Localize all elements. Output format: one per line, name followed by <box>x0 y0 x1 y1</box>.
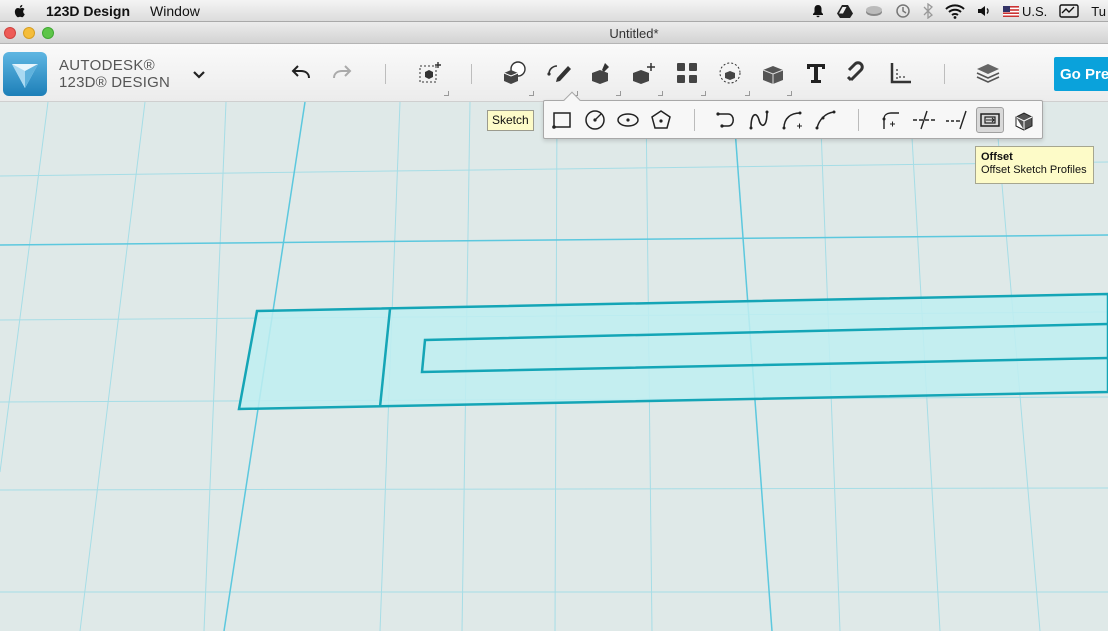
document-title: Untitled* <box>609 26 659 41</box>
activity-monitor-icon[interactable] <box>1059 4 1079 18</box>
grouping-tool-button[interactable] <box>716 58 750 96</box>
us-flag-icon <box>1003 5 1019 17</box>
redo-icon <box>333 65 352 79</box>
undo-button[interactable] <box>286 58 316 88</box>
primitives-icon <box>503 61 526 84</box>
two-point-arc-button[interactable] <box>779 107 807 133</box>
offset-button[interactable] <box>976 107 1004 133</box>
three-point-arc-icon <box>815 110 836 130</box>
sketch-icon <box>547 65 571 82</box>
snap-magnet-icon <box>846 61 864 82</box>
sketch-circle-icon <box>585 110 605 130</box>
time-machine-icon[interactable] <box>895 3 911 19</box>
input-source[interactable]: U.S. <box>1003 4 1047 19</box>
go-premium-button[interactable]: Go Pre <box>1054 57 1108 91</box>
undo-icon <box>291 65 310 79</box>
project-icon <box>1015 112 1033 131</box>
grouping-icon <box>719 62 741 84</box>
snap-tool-button[interactable] <box>843 58 873 88</box>
window-title-bar: Untitled* <box>0 22 1108 44</box>
transform-icon <box>419 62 441 83</box>
redo-button[interactable] <box>327 58 357 88</box>
two-point-arc-icon <box>782 111 802 130</box>
bluetooth-icon[interactable] <box>923 3 933 19</box>
primitives-tool-button[interactable] <box>500 58 534 96</box>
mac-menu-bar: 123D Design Window U.S. Tu <box>0 0 1108 22</box>
volume-icon[interactable] <box>977 4 991 18</box>
offset-icon <box>980 113 1000 127</box>
measure-ruler-icon <box>890 63 911 84</box>
workplane-grid[interactable] <box>0 102 1108 631</box>
sketch-rectangle-button[interactable] <box>548 107 576 133</box>
sketch-circle-button[interactable] <box>581 107 609 133</box>
polyline-button[interactable] <box>713 107 741 133</box>
materials-tool-button[interactable] <box>973 58 1003 88</box>
sketch-fillet-icon <box>882 112 899 129</box>
offset-tooltip-title: Offset <box>981 151 1013 163</box>
extend-icon <box>946 110 967 130</box>
modify-icon <box>633 63 655 84</box>
app-menu-chevron-icon[interactable] <box>191 68 207 80</box>
offset-tooltip-description: Offset Sketch Profiles <box>981 164 1087 176</box>
toolbar-separator <box>385 64 386 84</box>
toolbar-separator <box>471 64 472 84</box>
materials-layers-icon <box>976 64 1000 83</box>
main-toolbar: AUTODESK® 123D® DESIGN Go Pre <box>0 44 1108 102</box>
apple-menu-icon[interactable] <box>12 3 28 19</box>
sketch-profile[interactable] <box>237 292 1108 411</box>
app-logo[interactable] <box>3 52 47 96</box>
transform-tool-button[interactable] <box>415 58 449 96</box>
pattern-tool-button[interactable] <box>672 58 706 96</box>
offset-tooltip: Offset Offset Sketch Profiles <box>975 146 1094 184</box>
google-drive-icon[interactable] <box>837 4 853 18</box>
toolbar-separator <box>944 64 945 84</box>
app-menu[interactable]: 123D Design <box>46 3 130 19</box>
clock[interactable]: Tu <box>1091 4 1106 19</box>
fillet-button[interactable] <box>877 107 905 133</box>
brand-line-product: 123D® DESIGN <box>59 74 170 91</box>
project-button[interactable] <box>1010 107 1038 133</box>
123d-logo-icon <box>12 64 38 88</box>
combine-tool-button[interactable] <box>758 58 792 96</box>
flyout-separator <box>694 109 695 131</box>
text-tool-button[interactable] <box>801 58 831 88</box>
3d-viewport[interactable] <box>0 102 1108 631</box>
sketch-ellipse-button[interactable] <box>614 107 642 133</box>
flyout-separator <box>858 109 859 131</box>
window-menu[interactable]: Window <box>150 3 200 19</box>
sketch-tools-flyout <box>543 91 1043 139</box>
sketch-ellipse-icon <box>617 113 639 127</box>
sketch-polygon-button[interactable] <box>647 107 675 133</box>
trim-button[interactable] <box>910 107 938 133</box>
construct-icon <box>592 63 609 84</box>
combine-icon <box>762 66 784 84</box>
construct-tool-button[interactable] <box>587 58 621 96</box>
sketch-tooltip: Sketch <box>487 110 534 131</box>
wifi-icon[interactable] <box>945 3 965 19</box>
sketch-polygon-icon <box>651 110 671 129</box>
spline-icon <box>749 110 769 130</box>
text-icon <box>807 64 825 83</box>
notification-bell-icon[interactable] <box>811 4 825 18</box>
pattern-icon <box>677 63 697 83</box>
trim-icon <box>913 110 935 130</box>
sketch-rectangle-icon <box>552 112 571 129</box>
brand-line-autodesk: AUTODESK® <box>59 57 155 74</box>
polyline-icon <box>716 112 734 128</box>
modify-tool-button[interactable] <box>629 58 663 96</box>
sketch-tool-button[interactable] <box>544 58 578 96</box>
status-area: U.S. Tu <box>811 0 1108 21</box>
spline-button[interactable] <box>745 107 773 133</box>
extend-button[interactable] <box>943 107 971 133</box>
three-point-arc-button[interactable] <box>812 107 840 133</box>
drive-status-icon[interactable] <box>865 4 883 18</box>
input-source-label: U.S. <box>1022 3 1048 19</box>
measure-tool-button[interactable] <box>886 58 916 88</box>
